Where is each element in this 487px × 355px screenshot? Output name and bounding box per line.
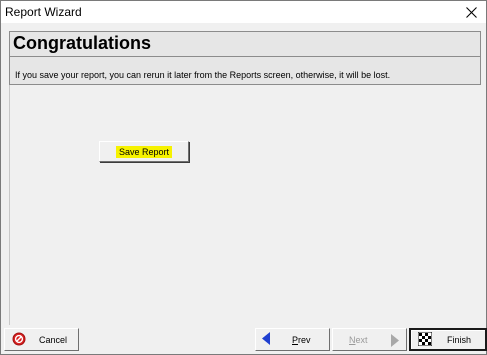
checkered-flag-icon	[417, 331, 433, 348]
window-title: Report Wizard	[5, 5, 82, 19]
cancel-button[interactable]: Cancel	[4, 328, 79, 351]
close-icon	[465, 6, 477, 18]
finish-label: Finish	[447, 334, 472, 345]
page-title: Congratulations	[13, 33, 151, 53]
description-text: If you save your report, you can rerun i…	[15, 70, 391, 80]
header-divider	[10, 56, 480, 57]
arrow-right-icon	[391, 334, 399, 349]
save-report-button[interactable]: Save Report	[99, 141, 189, 162]
prev-label: Prev	[292, 334, 311, 345]
save-report-label: Save Report	[115, 145, 173, 158]
title-bar: Report Wizard	[1, 1, 486, 23]
report-wizard-window: Report Wizard Congratulations If you sav…	[0, 0, 487, 355]
next-label: Next	[349, 334, 368, 345]
close-button[interactable]	[456, 1, 486, 23]
cancel-label: Cancel	[39, 334, 68, 345]
arrow-left-icon	[262, 332, 270, 347]
prev-button[interactable]: Prev	[255, 328, 330, 351]
next-button[interactable]: Next	[332, 328, 407, 351]
finish-button[interactable]: Finish	[409, 328, 487, 351]
content-left-border	[9, 85, 10, 325]
cancel-icon	[12, 332, 26, 348]
header-panel: Congratulations If you save your report,…	[9, 31, 481, 85]
footer-bar: Cancel Prev Next Finish	[1, 325, 487, 354]
